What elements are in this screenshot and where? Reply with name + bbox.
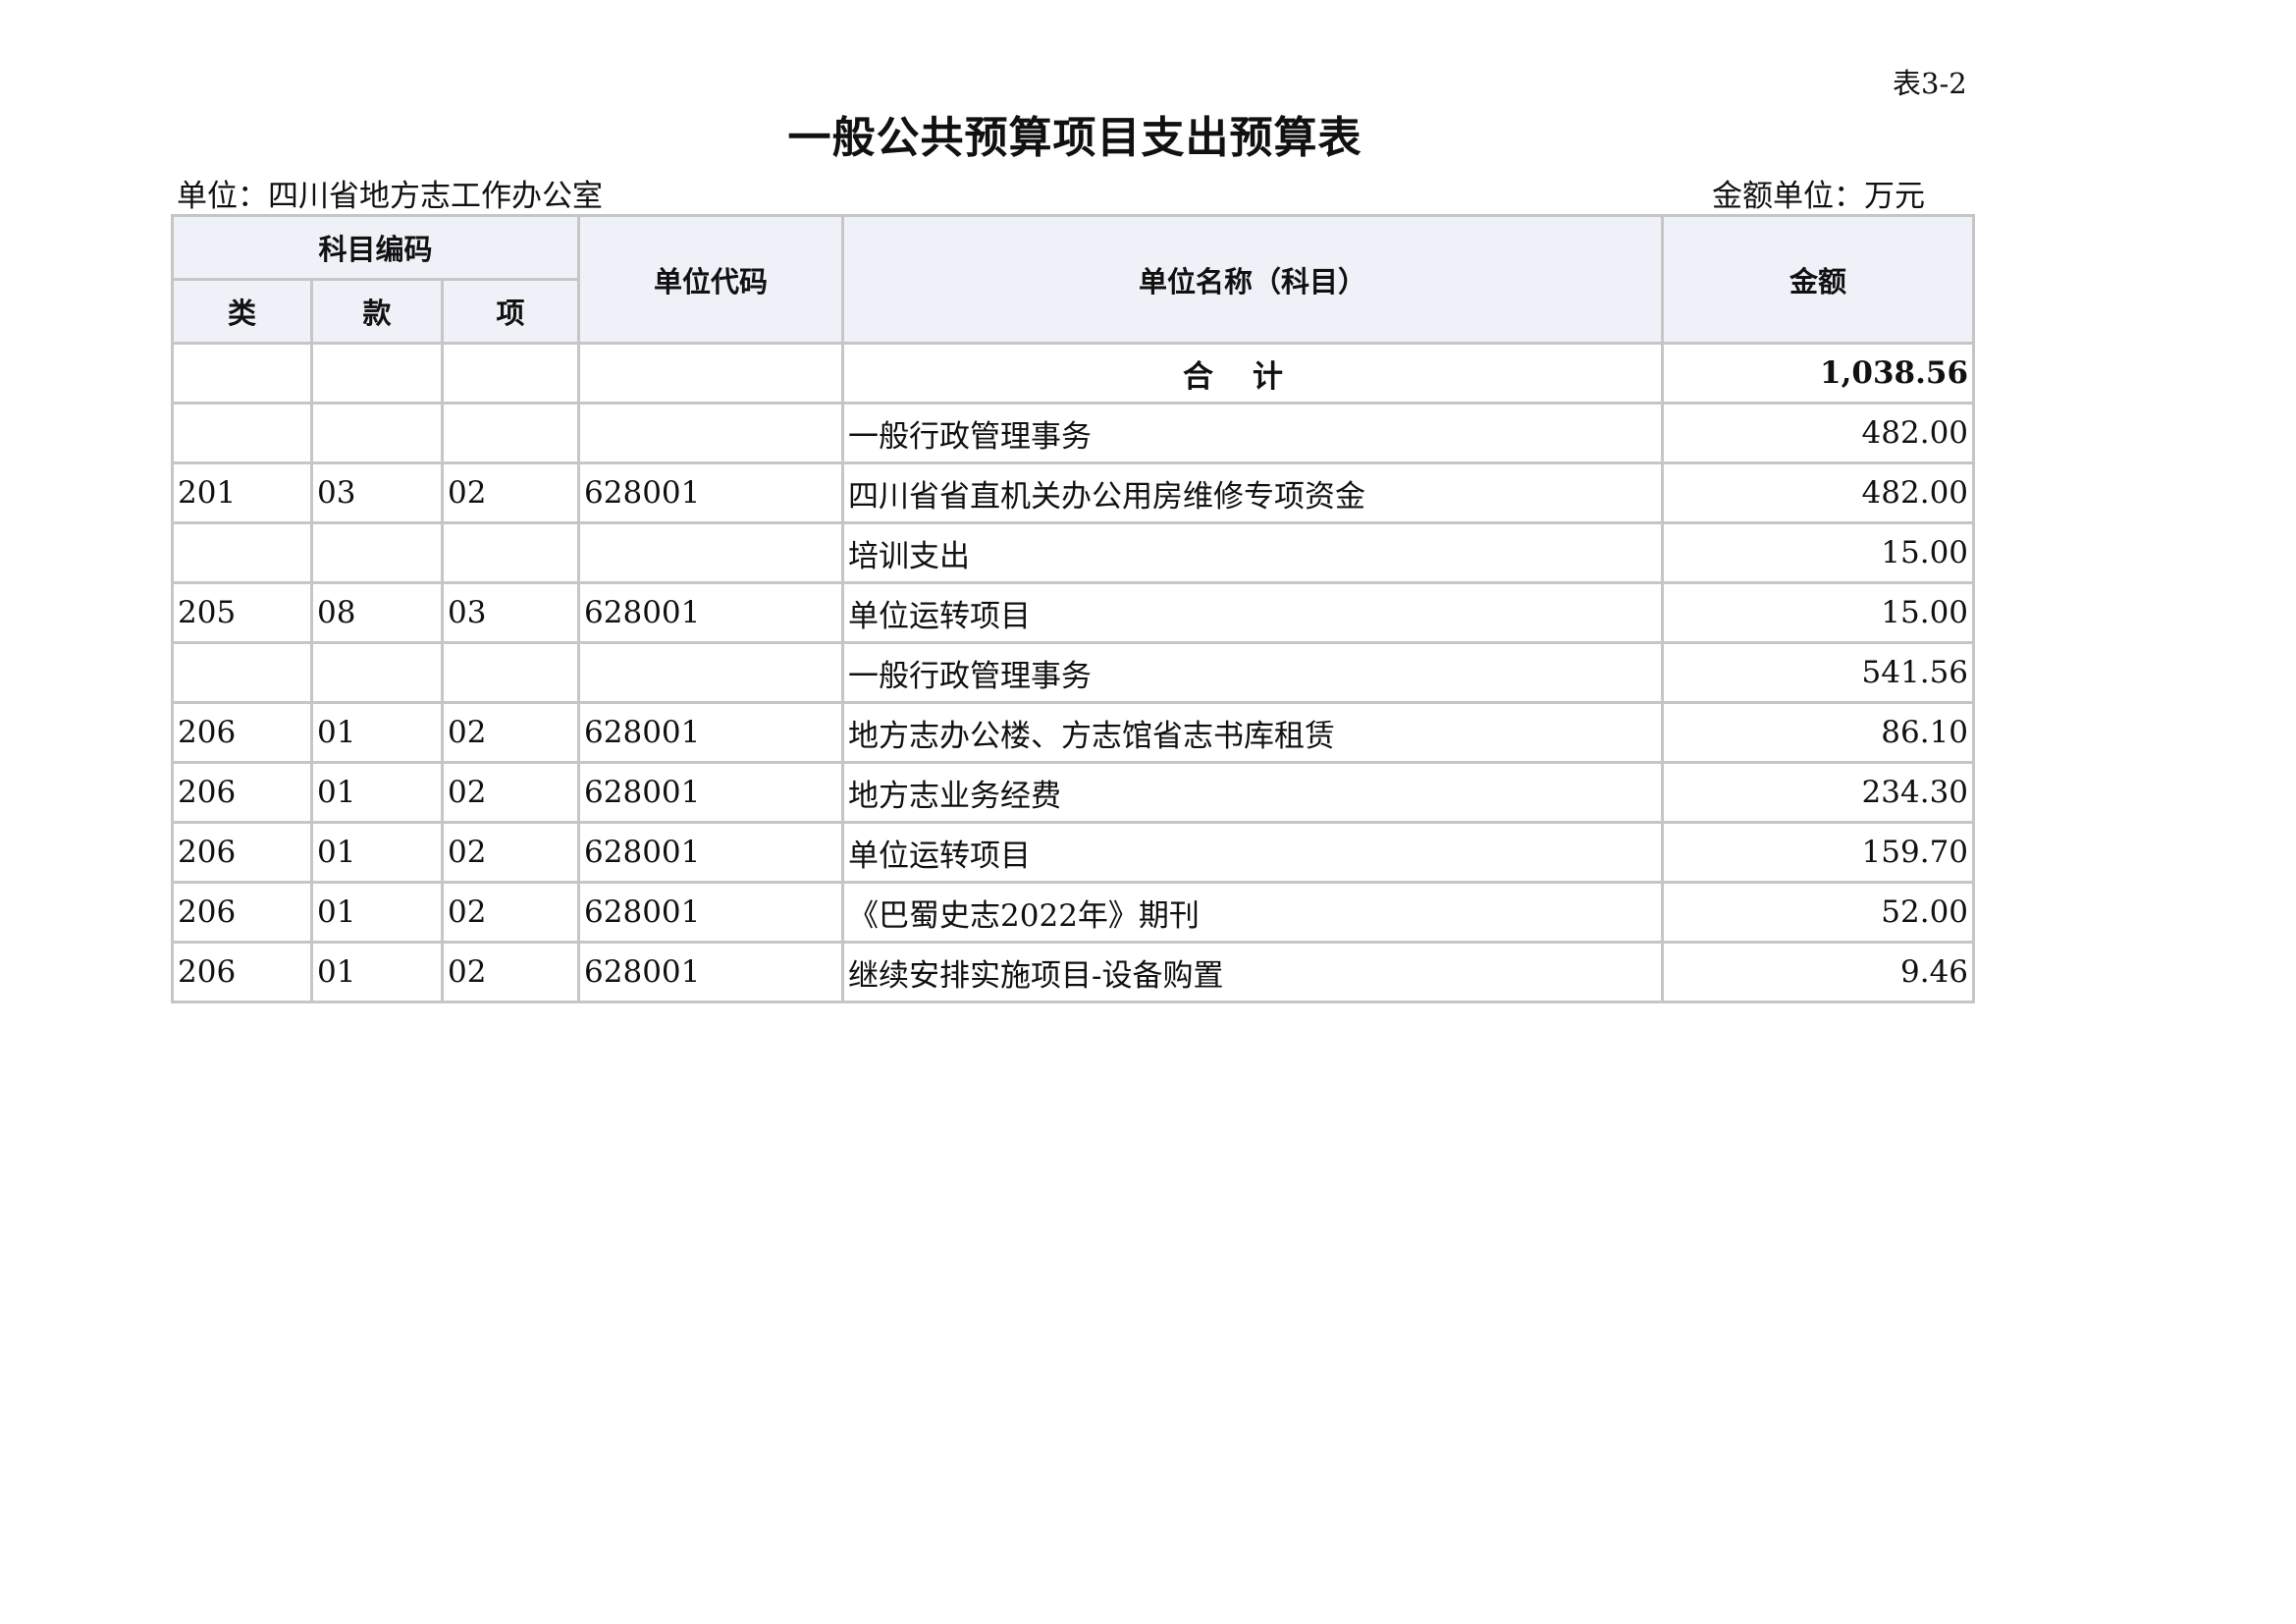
unit-label: 单位：四川省地方志工作办公室 (177, 179, 603, 214)
total-row: 合计 1,038.56 (171, 342, 1976, 405)
amount-cell: 482.00 (1661, 402, 1976, 464)
total-code-cell (577, 342, 845, 405)
total-xiang-cell (440, 342, 581, 405)
table-number: 表3-2 (1893, 67, 1967, 100)
header-lei: 类 (171, 278, 313, 345)
table-row: 一般行政管理事务 482.00 (171, 402, 1976, 464)
unit-name-cell: 单位运转项目 (841, 821, 1665, 884)
xiang-cell: 02 (440, 761, 581, 824)
lei-cell: 206 (171, 821, 313, 884)
amount-cell: 15.00 (1661, 521, 1976, 584)
amount-cell: 52.00 (1661, 881, 1976, 944)
unit-name-cell: 地方志办公楼、方志馆省志书库租赁 (841, 701, 1665, 764)
unit-code-cell: 628001 (577, 701, 845, 764)
lei-cell (171, 641, 313, 704)
xiang-cell (440, 641, 581, 704)
lei-cell: 206 (171, 761, 313, 824)
lei-cell: 206 (171, 881, 313, 944)
unit-name-cell: 《巴蜀史志2022年》期刊 (841, 881, 1665, 944)
lei-cell: 206 (171, 941, 313, 1003)
table-row: 201 03 02 628001 四川省省直机关办公用房维修专项资金 482.00 (171, 461, 1976, 524)
kuan-cell: 01 (310, 941, 444, 1003)
unit-code-cell: 628001 (577, 761, 845, 824)
unit-code-cell (577, 402, 845, 464)
xiang-cell: 02 (440, 881, 581, 944)
total-lei-cell (171, 342, 313, 405)
unit-name-cell: 地方志业务经费 (841, 761, 1665, 824)
header-unit-name: 单位名称（科目） (841, 214, 1665, 345)
header-subject-code: 科目编码 (170, 214, 581, 281)
xiang-cell (440, 521, 581, 584)
lei-cell: 205 (171, 581, 313, 644)
kuan-cell: 08 (310, 581, 444, 644)
lei-cell: 201 (171, 461, 313, 524)
table-row: 206 01 02 628001 地方志办公楼、方志馆省志书库租赁 86.10 (171, 701, 1976, 764)
unit-code-cell: 628001 (577, 581, 845, 644)
xiang-cell: 02 (440, 941, 581, 1003)
table-body: 合计 1,038.56 一般行政管理事务 482.00 201 03 02 628001 四… (171, 342, 1976, 1003)
amount-cell: 9.46 (1661, 941, 1976, 1003)
unit-name-cell: 四川省省直机关办公用房维修专项资金 (841, 461, 1665, 524)
amount-unit-label: 金额单位：万元 (1712, 179, 1925, 214)
unit-code-cell (577, 641, 845, 704)
kuan-cell: 01 (310, 881, 444, 944)
lei-cell (171, 402, 313, 464)
budget-table: 科目编码 单位代码 单位名称（科目） 金额 类 款 项 合计 1,038.56 … (170, 214, 1976, 1003)
header-xiang: 项 (440, 278, 581, 345)
amount-cell: 15.00 (1661, 581, 1976, 644)
page-title: 一般公共预算项目支出预算表 (787, 113, 1362, 163)
kuan-cell (310, 521, 444, 584)
xiang-cell (440, 402, 581, 464)
unit-name-cell: 继续安排实施项目-设备购置 (841, 941, 1665, 1003)
header-kuan: 款 (310, 278, 444, 345)
unit-code-cell: 628001 (577, 461, 845, 524)
table-row: 205 08 03 628001 单位运转项目 15.00 (171, 581, 1976, 644)
kuan-cell: 03 (310, 461, 444, 524)
unit-name-cell: 单位运转项目 (841, 581, 1665, 644)
kuan-cell: 01 (310, 821, 444, 884)
amount-cell: 234.30 (1661, 761, 1976, 824)
unit-name-cell: 一般行政管理事务 (841, 402, 1665, 464)
unit-code-cell (577, 521, 845, 584)
unit-code-cell: 628001 (577, 941, 845, 1003)
total-amount: 1,038.56 (1661, 342, 1976, 405)
table-row: 206 01 02 628001 地方志业务经费 234.30 (171, 761, 1976, 824)
xiang-cell: 03 (440, 581, 581, 644)
kuan-cell (310, 402, 444, 464)
kuan-cell: 01 (310, 761, 444, 824)
kuan-cell: 01 (310, 701, 444, 764)
xiang-cell: 02 (440, 821, 581, 884)
unit-code-cell: 628001 (577, 881, 845, 944)
table-row: 206 01 02 628001 继续安排实施项目-设备购置 9.46 (171, 941, 1976, 1003)
kuan-cell (310, 641, 444, 704)
lei-cell: 206 (171, 701, 313, 764)
xiang-cell: 02 (440, 461, 581, 524)
table-row: 一般行政管理事务 541.56 (171, 641, 1976, 704)
lei-cell (171, 521, 313, 584)
total-label: 合计 (841, 342, 1665, 405)
table-row: 206 01 02 628001 《巴蜀史志2022年》期刊 52.00 (171, 881, 1976, 944)
unit-name-cell: 培训支出 (841, 521, 1665, 584)
unit-name-cell: 一般行政管理事务 (841, 641, 1665, 704)
table-row: 206 01 02 628001 单位运转项目 159.70 (171, 821, 1976, 884)
header-amount: 金额 (1661, 214, 1976, 345)
unit-code-cell: 628001 (577, 821, 845, 884)
amount-cell: 159.70 (1661, 821, 1976, 884)
table-row: 培训支出 15.00 (171, 521, 1976, 584)
header-unit-code: 单位代码 (577, 214, 845, 345)
xiang-cell: 02 (440, 701, 581, 764)
amount-cell: 482.00 (1661, 461, 1976, 524)
amount-cell: 86.10 (1661, 701, 1976, 764)
amount-cell: 541.56 (1661, 641, 1976, 704)
total-kuan-cell (310, 342, 444, 405)
